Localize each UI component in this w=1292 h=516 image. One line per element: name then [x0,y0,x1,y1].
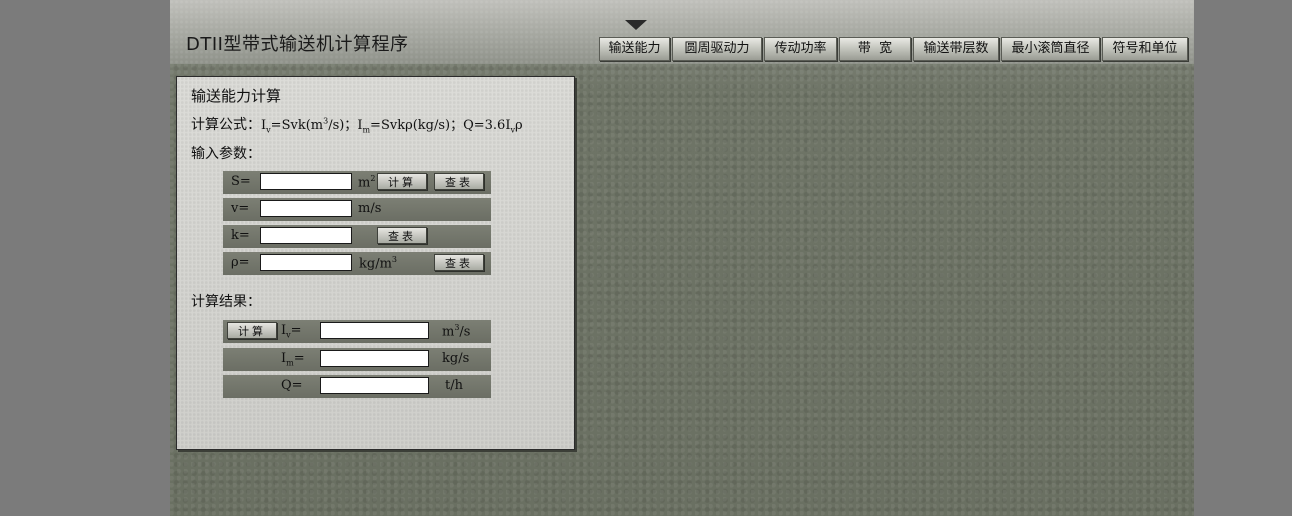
formula-line: 计算公式：Iv=Svk(m3/s)；Im=Svkρ(kg/s)；Q=3.6Ivρ [191,114,523,135]
s-calc-button[interactable]: 计算 [377,173,427,190]
app-window: DTII型带式输送机计算程序 输送能力 圆周驱动力 传动功率 带 宽 输送带层数… [170,0,1194,516]
im-output[interactable] [320,350,429,367]
s-label: S= [231,174,251,189]
input-row-k: k= 查表 [223,225,491,248]
rho-input[interactable] [260,254,352,271]
iv-label: Iv= [281,323,302,340]
v-label: v= [231,201,250,216]
result-section-label: 计算结果： [191,294,261,310]
input-row-v: v= m/s [223,198,491,221]
header-bar: DTII型带式输送机计算程序 输送能力 圆周驱动力 传动功率 带 宽 输送带层数… [170,0,1194,64]
iv-unit: m3/s [442,323,471,340]
panel-title: 输送能力计算 [191,87,282,105]
nav-conveying-capacity[interactable]: 输送能力 [599,37,670,61]
k-input[interactable] [260,227,352,244]
capacity-panel: 输送能力计算 计算公式：Iv=Svk(m3/s)；Im=Svkρ(kg/s)；Q… [176,76,575,450]
v-input[interactable] [260,200,352,217]
k-lookup-button[interactable]: 查表 [377,227,427,244]
nav-circumferential-force[interactable]: 圆周驱动力 [672,37,762,61]
result-row-im: Im= kg/s [223,348,491,371]
result-row-q: Q= t/h [223,375,491,398]
nav-belt-plies[interactable]: 输送带层数 [913,37,999,61]
input-row-s: S= m2 计算 查表 [223,171,491,194]
app-title: DTII型带式输送机计算程序 [186,34,409,55]
active-tab-arrow-icon [625,20,647,30]
v-unit: m/s [358,201,382,216]
im-label: Im= [281,351,305,368]
q-label: Q= [281,378,303,393]
q-output[interactable] [320,377,429,394]
iv-output[interactable] [320,322,429,339]
result-row-iv: 计算 Iv= m3/s [223,320,491,343]
s-lookup-button[interactable]: 查表 [434,173,484,190]
s-unit: m2 [358,174,376,191]
rho-unit: kg/m3 [359,255,397,272]
formula-label: 计算公式： [191,117,261,133]
input-row-rho: ρ= kg/m3 查表 [223,252,491,275]
rho-lookup-button[interactable]: 查表 [434,254,484,271]
nav-belt-width[interactable]: 带 宽 [839,37,911,61]
main-nav: 输送能力 圆周驱动力 传动功率 带 宽 输送带层数 最小滚筒直径 符号和单位 [599,37,1190,61]
rho-label: ρ= [231,255,250,270]
nav-symbols-units[interactable]: 符号和单位 [1102,37,1188,61]
formula-text: Iv=Svk(m3/s)；Im=Svkρ(kg/s)；Q=3.6Ivρ [261,116,523,135]
nav-min-pulley-diameter[interactable]: 最小滚筒直径 [1001,37,1100,61]
s-input[interactable] [260,173,352,190]
k-label: k= [231,228,250,243]
input-section-label: 输入参数： [191,146,261,162]
result-calc-button[interactable]: 计算 [227,322,277,339]
q-unit: t/h [445,378,463,393]
im-unit: kg/s [442,351,470,366]
nav-drive-power[interactable]: 传动功率 [764,37,837,61]
